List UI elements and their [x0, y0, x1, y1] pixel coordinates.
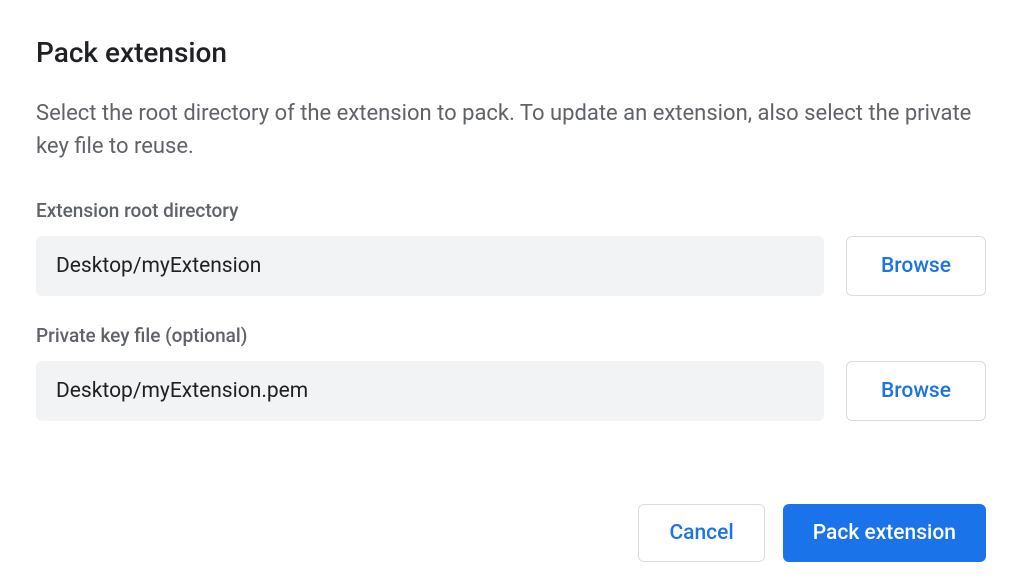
root-directory-group: Extension root directory Browse — [36, 199, 986, 296]
dialog-actions: Cancel Pack extension — [638, 504, 986, 562]
private-key-label: Private key file (optional) — [36, 324, 986, 347]
private-key-input[interactable] — [36, 361, 824, 421]
dialog-title: Pack extension — [36, 36, 986, 69]
private-key-row: Browse — [36, 361, 986, 421]
pack-extension-button[interactable]: Pack extension — [783, 504, 986, 562]
cancel-button[interactable]: Cancel — [638, 504, 764, 562]
private-key-group: Private key file (optional) Browse — [36, 324, 986, 421]
dialog-description: Select the root directory of the extensi… — [36, 97, 986, 163]
root-directory-input[interactable] — [36, 236, 824, 296]
root-directory-row: Browse — [36, 236, 986, 296]
private-key-browse-button[interactable]: Browse — [846, 361, 986, 421]
root-directory-label: Extension root directory — [36, 199, 986, 222]
root-directory-browse-button[interactable]: Browse — [846, 236, 986, 296]
